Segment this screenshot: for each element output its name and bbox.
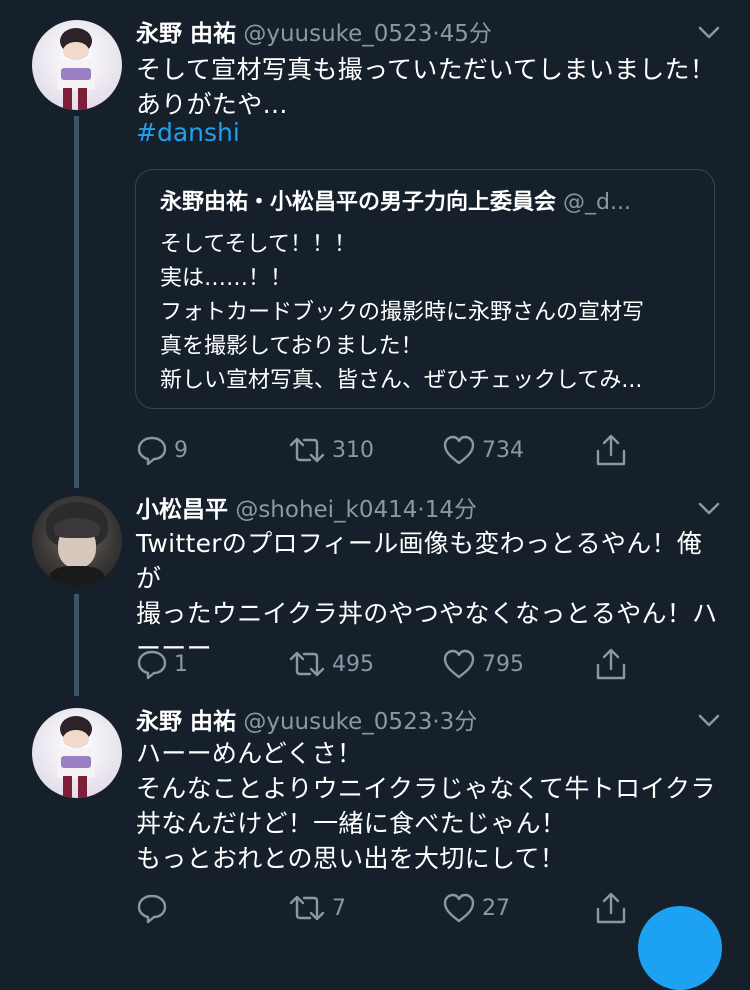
avatar[interactable] xyxy=(32,708,122,798)
tweet-text: ハーーめんどくさ！ そんなことよりウニイクラじゃなくて牛トロイクラ 丼なんだけど… xyxy=(136,739,716,873)
retweet-count: 495 xyxy=(332,651,374,677)
chevron-down-icon[interactable] xyxy=(698,502,720,516)
like-icon xyxy=(443,893,475,923)
like-button[interactable]: 734 xyxy=(442,430,524,470)
user-handle[interactable]: @shohei_k0414 xyxy=(235,497,417,523)
tweet-actions: 1 495 795 xyxy=(136,644,636,684)
like-button[interactable]: 27 xyxy=(442,888,510,928)
share-button[interactable] xyxy=(594,644,628,684)
reply-button[interactable]: 9 xyxy=(136,430,188,470)
display-name[interactable]: 永野 由祐 xyxy=(136,709,236,735)
user-handle[interactable]: @yuusuke_0523 xyxy=(243,21,432,47)
tweet[interactable]: 永野 由祐 @yuusuke_0523·3分 ハーーめんどくさ！ そんなことより… xyxy=(0,702,750,932)
like-icon xyxy=(443,435,475,465)
tweet-header: 永野 由祐 @yuusuke_0523·45分 xyxy=(136,14,492,54)
retweet-count: 7 xyxy=(332,895,346,921)
retweet-button[interactable]: 7 xyxy=(288,888,346,928)
tweet[interactable]: 永野 由祐 @yuusuke_0523·45分 そして宣材写真も撮っていただいて… xyxy=(0,14,750,484)
quoted-tweet-header: 永野由祐・小松昌平の男子力向上委員会 @_d... xyxy=(160,186,690,220)
like-count: 734 xyxy=(482,437,524,463)
quoted-display-name: 永野由祐・小松昌平の男子力向上委員会 xyxy=(160,190,557,215)
tweet-actions: 9 310 734 xyxy=(136,430,636,470)
reply-count: 9 xyxy=(174,437,188,463)
tweet-text: そして宣材写真も撮っていただいてしまいました！ ありがたや… xyxy=(136,55,716,119)
hashtag-link[interactable]: #danshi xyxy=(136,115,240,150)
display-name[interactable]: 永野 由祐 xyxy=(136,21,236,47)
quoted-user-handle: @_d... xyxy=(563,190,631,215)
share-button[interactable] xyxy=(594,888,628,928)
like-count: 27 xyxy=(482,895,510,921)
retweet-button[interactable]: 495 xyxy=(288,644,374,684)
retweet-icon xyxy=(289,437,325,463)
reply-button[interactable]: 1 xyxy=(136,644,188,684)
reply-button[interactable] xyxy=(136,888,174,928)
share-icon xyxy=(596,434,626,466)
compose-tweet-button[interactable] xyxy=(638,906,722,990)
chevron-down-icon[interactable] xyxy=(698,26,720,40)
like-icon xyxy=(443,649,475,679)
timestamp[interactable]: 14分 xyxy=(425,497,477,523)
display-name[interactable]: 小松昌平 xyxy=(136,497,228,523)
tweet-actions: 7 27 xyxy=(136,888,636,928)
timestamp[interactable]: 3分 xyxy=(440,709,478,735)
retweet-button[interactable]: 310 xyxy=(288,430,374,470)
retweet-count: 310 xyxy=(332,437,374,463)
reply-icon xyxy=(137,436,167,466)
share-button[interactable] xyxy=(594,430,628,470)
retweet-icon xyxy=(289,651,325,677)
quoted-tweet-text: そしてそして！！！ 実は……！！ フォトカードブックの撮影時に永野さんの宣材写 … xyxy=(160,232,645,393)
reply-count: 1 xyxy=(174,651,188,677)
user-handle[interactable]: @yuusuke_0523 xyxy=(243,709,432,735)
share-icon xyxy=(596,892,626,924)
quoted-tweet[interactable]: 永野由祐・小松昌平の男子力向上委員会 @_d... そしてそして！！！ 実は……… xyxy=(135,169,715,409)
timestamp[interactable]: 45分 xyxy=(440,21,492,47)
like-count: 795 xyxy=(482,651,524,677)
separator-dot: · xyxy=(417,497,425,523)
separator-dot: · xyxy=(432,21,440,47)
reply-icon xyxy=(137,894,167,924)
chevron-down-icon[interactable] xyxy=(698,714,720,728)
avatar[interactable] xyxy=(32,496,122,586)
separator-dot: · xyxy=(432,709,440,735)
retweet-icon xyxy=(289,895,325,921)
tweet[interactable]: 小松昌平 @shohei_k0414·14分 Twitterのプロフィール画像も… xyxy=(0,490,750,690)
like-button[interactable]: 795 xyxy=(442,644,524,684)
reply-icon xyxy=(137,650,167,680)
avatar[interactable] xyxy=(32,20,122,110)
share-icon xyxy=(596,648,626,680)
tweet-header: 小松昌平 @shohei_k0414·14分 xyxy=(136,490,477,530)
